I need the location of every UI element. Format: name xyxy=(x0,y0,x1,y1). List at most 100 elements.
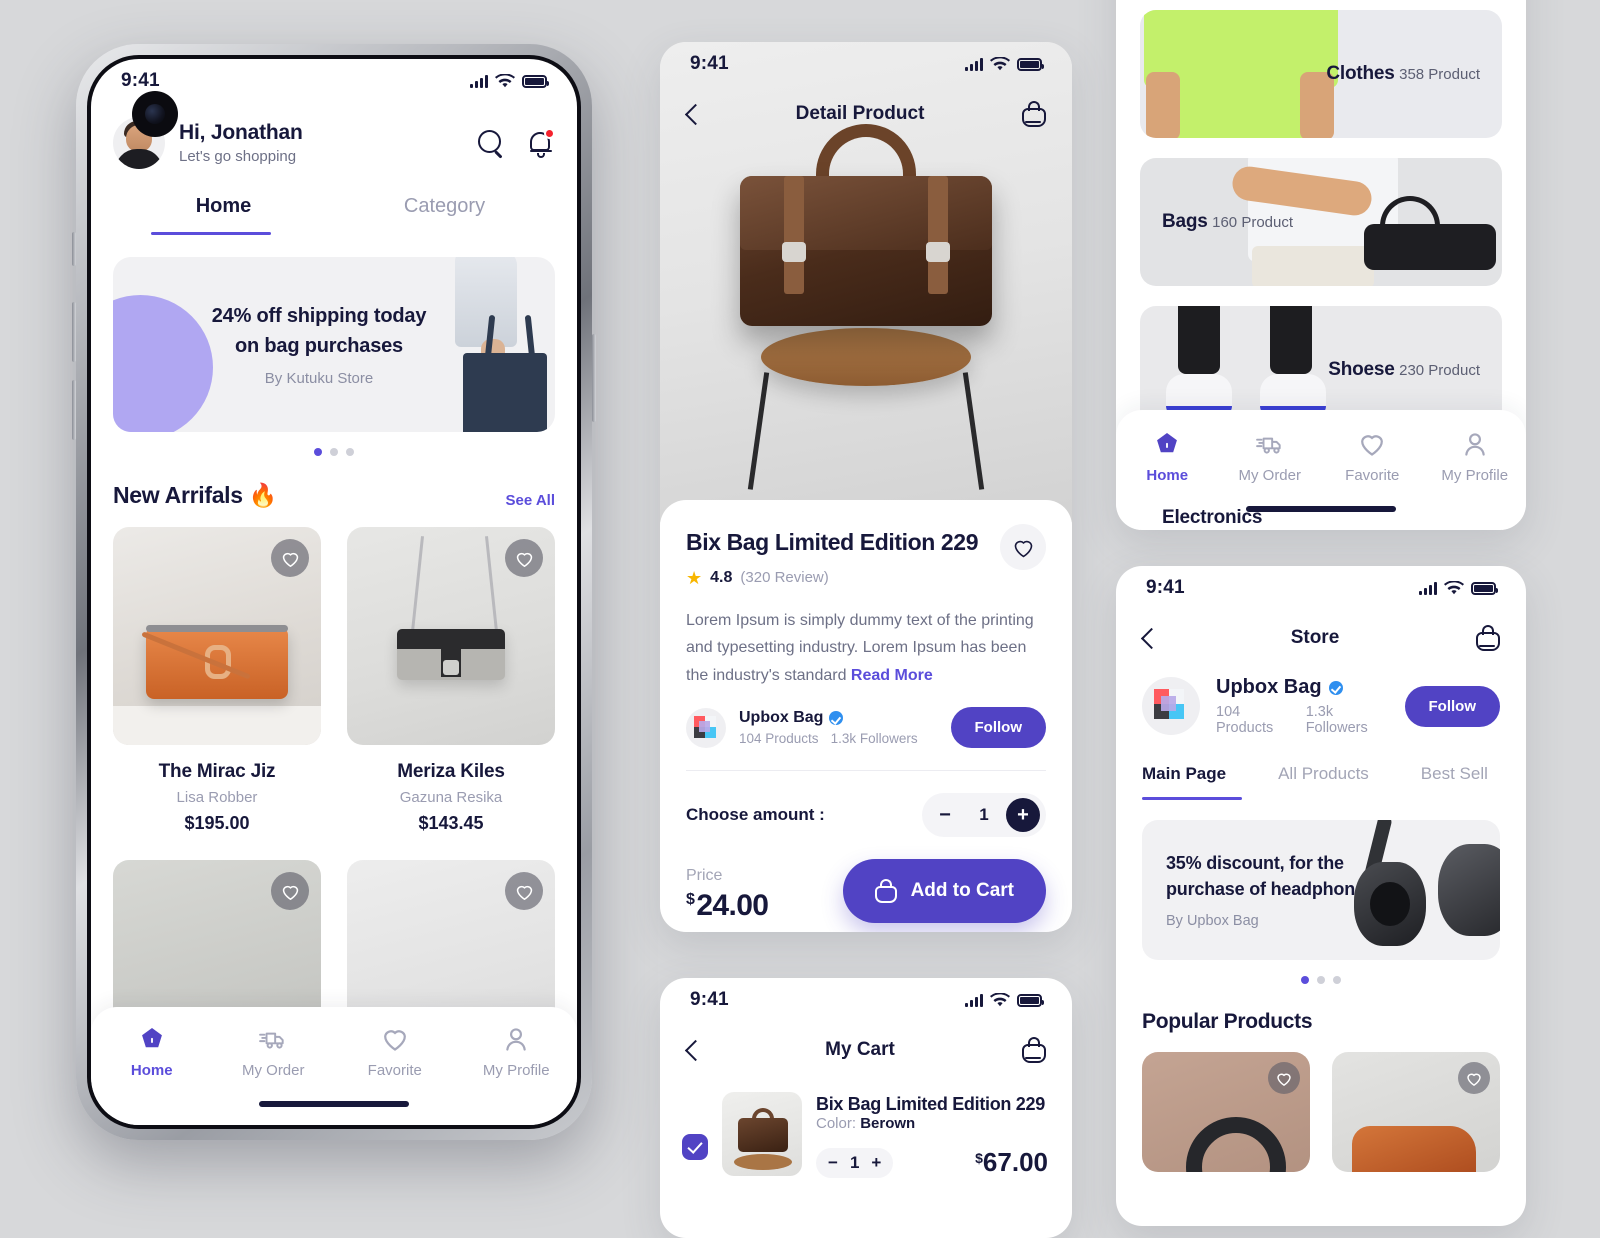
nav-item-home[interactable]: Home xyxy=(91,1025,213,1079)
tab-home[interactable]: Home xyxy=(113,195,334,232)
home-tabs: Home Category xyxy=(113,195,555,232)
greeting-name: Hi, Jonathan xyxy=(179,121,303,144)
status-icons xyxy=(1419,580,1498,596)
product-grid: The Mirac Jiz Lisa Robber $195.00 Meriza… xyxy=(113,527,555,1078)
store-meta: 104 Products 1.3k Followers xyxy=(1216,704,1389,736)
nav-label: My Order xyxy=(241,1062,305,1079)
price-currency: $ xyxy=(686,891,695,909)
greeting-row: Hi, Jonathan Let's go shopping xyxy=(113,117,555,169)
favorite-icon[interactable] xyxy=(271,872,309,910)
nav-label: My Order xyxy=(1238,467,1301,484)
home-bottom-nav: Home My Order Favorite My Profile xyxy=(91,1007,577,1125)
cart-item-color: Color: Berown xyxy=(816,1115,915,1132)
active-tab-underline xyxy=(1142,797,1242,800)
bag-icon[interactable] xyxy=(1022,101,1046,127)
nav-item-my-order[interactable]: My Order xyxy=(213,1025,335,1079)
product-price: $143.45 xyxy=(418,813,484,833)
back-icon[interactable] xyxy=(686,1039,698,1061)
bag-icon xyxy=(874,879,897,904)
store-info: Upbox Bag 104 Products 1.3k Followers xyxy=(739,709,918,746)
banner-dots[interactable] xyxy=(113,448,555,456)
detail-status-bar: 9:41 xyxy=(660,42,1072,86)
favorite-icon[interactable] xyxy=(1458,1062,1490,1094)
greeting-text: Hi, Jonathan Let's go shopping xyxy=(179,121,463,165)
notification-badge xyxy=(544,128,555,139)
device-button-power[interactable] xyxy=(592,334,596,422)
nav-item-my-order[interactable]: My Order xyxy=(1219,430,1322,484)
follow-button[interactable]: Follow xyxy=(950,707,1046,749)
promo-dot-1[interactable] xyxy=(1301,976,1309,984)
favorite-icon[interactable] xyxy=(1000,524,1046,570)
bell-icon[interactable] xyxy=(527,128,555,158)
increment-button[interactable]: + xyxy=(871,1153,881,1173)
decrement-button[interactable]: − xyxy=(828,1153,838,1173)
read-more-link[interactable]: Read More xyxy=(851,667,933,684)
banner-byline: By Kutuku Store xyxy=(264,369,374,387)
quantity-stepper[interactable]: − 1 + xyxy=(922,793,1046,838)
cart-item-checkbox[interactable] xyxy=(682,1134,708,1160)
category-item-bags[interactable]: Bags 160 Product xyxy=(1140,158,1502,286)
hero-suitcase xyxy=(740,124,992,336)
new-arrivals-header: New Arrifals 🔥 See All xyxy=(113,482,555,509)
device-button-mute[interactable] xyxy=(72,232,76,266)
store-name: Upbox Bag xyxy=(1216,676,1322,698)
status-time: 9:41 xyxy=(121,70,160,91)
nav-label: Favorite xyxy=(367,1062,422,1079)
tab-all-products[interactable]: All Products xyxy=(1278,764,1369,784)
bag-icon[interactable] xyxy=(1022,1037,1046,1063)
back-icon[interactable] xyxy=(1142,627,1154,649)
favorite-icon[interactable] xyxy=(271,539,309,577)
nav-item-my-profile[interactable]: My Profile xyxy=(456,1025,578,1079)
store-row[interactable]: Upbox Bag 104 Products 1.3k Followers Fo… xyxy=(686,707,1046,749)
nav-item-favorite[interactable]: Favorite xyxy=(1321,430,1424,484)
store-products: 104 Products xyxy=(1216,704,1274,736)
battery-icon xyxy=(522,74,549,88)
see-all-link[interactable]: See All xyxy=(506,492,555,509)
price-amount: $24.00 xyxy=(686,889,769,923)
cart-quantity-stepper[interactable]: − 1 + xyxy=(816,1147,894,1178)
status-time: 9:41 xyxy=(690,53,729,74)
back-icon[interactable] xyxy=(686,103,698,125)
popular-products-title: Popular Products xyxy=(1142,1010,1313,1033)
store-status-bar: 9:41 xyxy=(1116,566,1526,610)
banner-dot-1[interactable] xyxy=(314,448,322,456)
device-button-volume-down[interactable] xyxy=(72,380,76,440)
search-icon[interactable] xyxy=(477,129,505,157)
increment-button[interactable]: + xyxy=(1006,798,1040,833)
nav-item-my-profile[interactable]: My Profile xyxy=(1424,430,1527,484)
nav-item-favorite[interactable]: Favorite xyxy=(334,1025,456,1079)
home-icon xyxy=(1157,433,1178,453)
follow-button[interactable]: Follow xyxy=(1404,685,1500,727)
category-item-clothes[interactable]: Clothes 358 Product xyxy=(1140,10,1502,138)
favorite-icon[interactable] xyxy=(505,872,543,910)
banner-dot-2[interactable] xyxy=(330,448,338,456)
store-promo-banner[interactable]: 35% discount, for the purchase of headph… xyxy=(1142,820,1500,960)
page-title: My Cart xyxy=(825,1039,895,1060)
promo-dots[interactable] xyxy=(1116,976,1526,984)
promo-dot-2[interactable] xyxy=(1317,976,1325,984)
promo-title-line1: 35% discount, for the xyxy=(1166,853,1344,874)
promo-dot-3[interactable] xyxy=(1333,976,1341,984)
promo-banner[interactable]: 24% off shipping today on bag purchases … xyxy=(113,257,555,432)
truck-icon xyxy=(259,1032,284,1049)
tab-category[interactable]: Category xyxy=(334,195,555,232)
detail-sheet: Bix Bag Limited Edition 229 ★ 4.8 (320 R… xyxy=(660,500,1072,932)
decrement-button[interactable]: − xyxy=(928,798,962,833)
banner-dot-3[interactable] xyxy=(346,448,354,456)
device-button-volume-up[interactable] xyxy=(72,302,76,362)
popular-product-card[interactable] xyxy=(1142,1052,1310,1172)
bag-icon[interactable] xyxy=(1476,625,1500,651)
tab-main-page[interactable]: Main Page xyxy=(1142,764,1226,784)
add-to-cart-button[interactable]: Add to Cart xyxy=(842,859,1046,924)
tab-best-sell[interactable]: Best Sell xyxy=(1421,764,1488,784)
product-card[interactable]: The Mirac Jiz Lisa Robber $195.00 xyxy=(113,527,321,834)
verified-icon xyxy=(1328,680,1343,695)
price-currency: $ xyxy=(975,1150,983,1166)
popular-product-card[interactable] xyxy=(1332,1052,1500,1172)
product-card[interactable]: Meriza Kiles Gazuna Resika $143.45 xyxy=(347,527,555,834)
banner-text: 24% off shipping today on bag purchases … xyxy=(212,302,457,386)
nav-item-home[interactable]: Home xyxy=(1116,430,1219,484)
status-icons xyxy=(965,992,1044,1008)
favorite-icon[interactable] xyxy=(1268,1062,1300,1094)
favorite-icon[interactable] xyxy=(505,539,543,577)
